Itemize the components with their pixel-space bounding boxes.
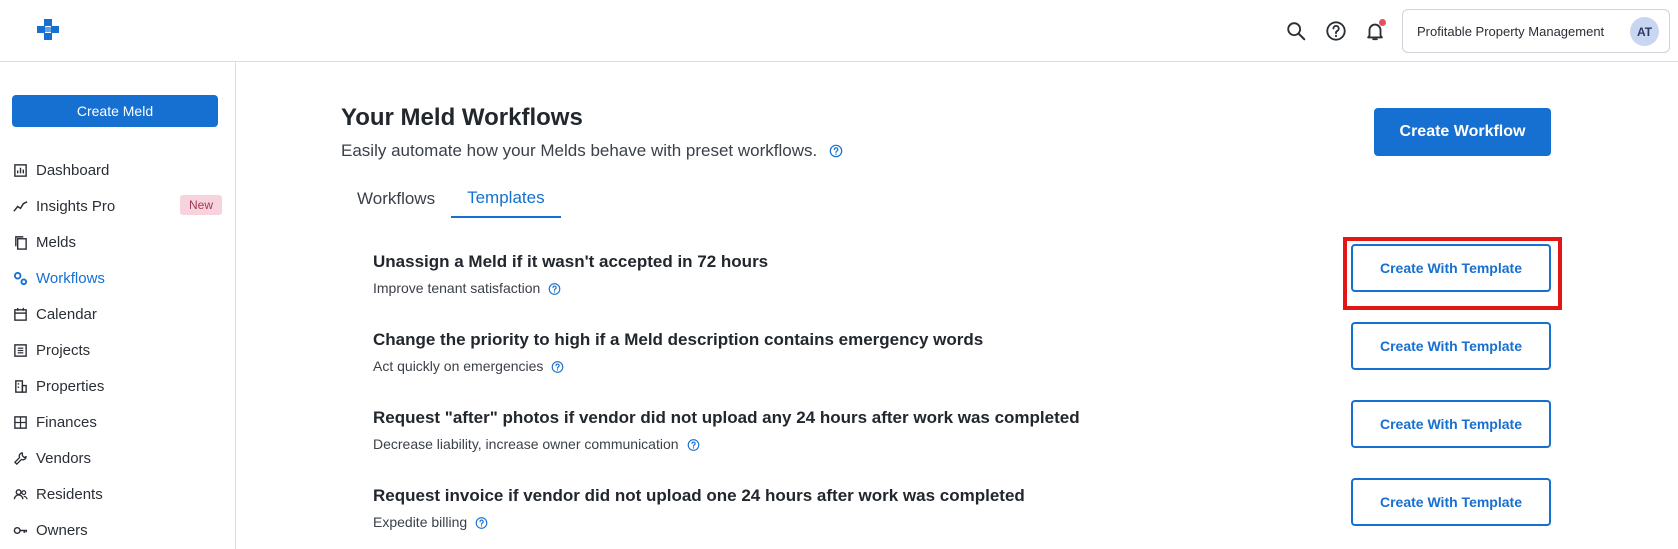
template-row: Request invoice if vendor did not upload… — [373, 478, 1553, 546]
vendors-icon — [12, 450, 28, 466]
owners-icon — [12, 522, 28, 538]
template-row: Unassign a Meld if it wasn't accepted in… — [373, 244, 1553, 312]
new-badge: New — [179, 195, 222, 215]
projects-icon — [12, 342, 28, 358]
template-description-text: Expedite billing — [373, 514, 468, 530]
notification-dot — [1379, 19, 1386, 26]
create-with-template-button[interactable]: Create With Template — [1351, 244, 1551, 292]
sidebar-item-label: Finances — [36, 413, 97, 431]
sidebar-item-insights-pro[interactable]: Insights Pro New — [12, 193, 224, 219]
account-name: Profitable Property Management — [1417, 23, 1605, 39]
create-with-template-button[interactable]: Create With Template — [1351, 478, 1551, 526]
sidebar-item-label: Dashboard — [36, 161, 110, 179]
sidebar-item-residents[interactable]: Residents — [12, 481, 224, 507]
template-title: Change the priority to high if a Meld de… — [373, 330, 984, 349]
template-description-text: Decrease liability, increase owner commu… — [373, 436, 679, 452]
sidebar-item-label: Owners — [36, 521, 88, 539]
dashboard-icon — [12, 162, 28, 178]
meld-logo-icon[interactable] — [36, 18, 60, 42]
account-switcher[interactable]: Profitable Property Management AT — [1402, 9, 1670, 53]
page-subtitle: Easily automate how your Melds behave wi… — [341, 141, 843, 161]
finances-icon — [12, 414, 28, 430]
template-description-text: Improve tenant satisfaction — [373, 280, 541, 296]
avatar[interactable]: AT — [1630, 17, 1659, 46]
template-description: Expedite billing — [373, 514, 488, 530]
sidebar-item-melds[interactable]: Melds — [12, 229, 224, 255]
create-with-template-button[interactable]: Create With Template — [1351, 400, 1551, 448]
help-icon[interactable] — [551, 360, 564, 373]
sidebar-item-finances[interactable]: Finances — [12, 409, 224, 435]
sidebar-item-projects[interactable]: Projects — [12, 337, 224, 363]
sidebar-item-dashboard[interactable]: Dashboard — [12, 157, 224, 183]
template-title: Unassign a Meld if it wasn't accepted in… — [373, 252, 769, 271]
residents-icon — [12, 486, 28, 502]
create-meld-button[interactable]: Create Meld — [12, 95, 218, 127]
tab-templates[interactable]: Templates — [451, 180, 561, 218]
insights-icon — [12, 198, 28, 214]
help-icon[interactable] — [829, 144, 843, 158]
sidebar: Create Meld Dashboard Insights Pro New M… — [0, 62, 236, 549]
template-description: Improve tenant satisfaction — [373, 280, 561, 296]
properties-icon — [12, 378, 28, 394]
template-description: Act quickly on emergencies — [373, 358, 564, 374]
template-title: Request invoice if vendor did not upload… — [373, 486, 1025, 505]
create-workflow-button[interactable]: Create Workflow — [1374, 108, 1551, 156]
sidebar-item-label: Calendar — [36, 305, 97, 323]
sidebar-item-vendors[interactable]: Vendors — [12, 445, 224, 471]
sidebar-item-properties[interactable]: Properties — [12, 373, 224, 399]
sidebar-item-label: Vendors — [36, 449, 92, 467]
template-row: Change the priority to high if a Meld de… — [373, 322, 1553, 390]
tab-bar: Workflows Templates — [341, 180, 561, 218]
sidebar-item-calendar[interactable]: Calendar — [12, 301, 224, 327]
sidebar-item-label: Melds — [36, 233, 77, 251]
melds-icon — [12, 234, 28, 250]
template-title: Request "after" photos if vendor did not… — [373, 408, 1080, 427]
template-description: Decrease liability, increase owner commu… — [373, 436, 700, 452]
sidebar-item-label: Insights Pro — [36, 197, 116, 215]
sidebar-item-label: Properties — [36, 377, 105, 395]
bell-icon[interactable] — [1362, 18, 1388, 44]
help-icon[interactable] — [475, 516, 488, 529]
sidebar-item-label: Residents — [36, 485, 103, 503]
search-icon[interactable] — [1283, 18, 1309, 44]
top-bar: Profitable Property Management AT — [0, 0, 1678, 62]
help-icon[interactable] — [1323, 18, 1349, 44]
sidebar-item-workflows[interactable]: Workflows — [12, 265, 224, 291]
help-icon[interactable] — [548, 282, 561, 295]
template-description-text: Act quickly on emergencies — [373, 358, 544, 374]
calendar-icon — [12, 306, 28, 322]
sidebar-item-label: Projects — [36, 341, 91, 359]
template-row: Request "after" photos if vendor did not… — [373, 400, 1553, 468]
page-subtitle-text: Easily automate how your Melds behave wi… — [341, 141, 818, 160]
workflows-icon — [12, 270, 28, 286]
sidebar-item-owners[interactable]: Owners — [12, 517, 224, 543]
create-with-template-button[interactable]: Create With Template — [1351, 322, 1551, 370]
tab-workflows[interactable]: Workflows — [341, 180, 451, 218]
help-icon[interactable] — [687, 438, 700, 451]
page-title: Your Meld Workflows — [341, 104, 583, 131]
sidebar-item-label: Workflows — [36, 269, 105, 287]
